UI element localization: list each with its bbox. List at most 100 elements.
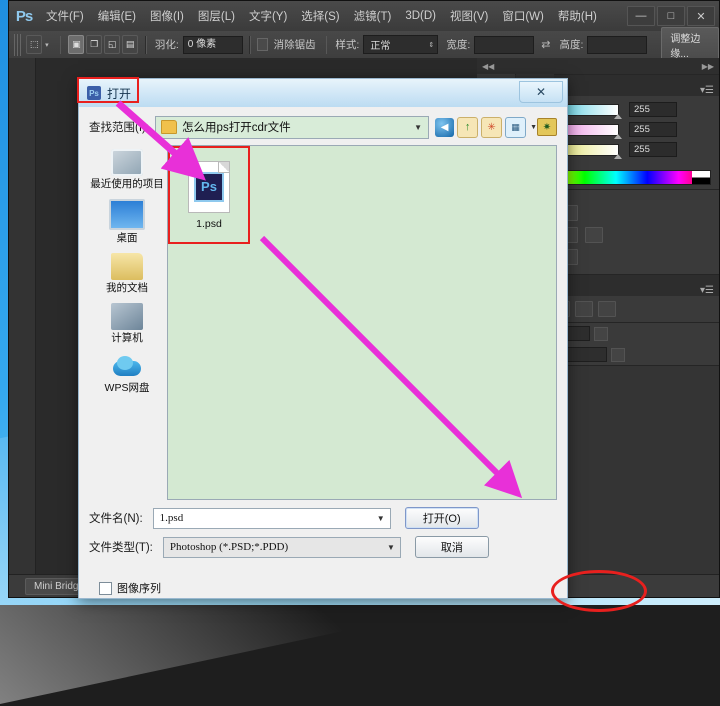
menu-file[interactable]: 文件(F): [39, 1, 91, 31]
options-separator-2: [145, 35, 147, 54]
look-in-row: 查找范围(I): 怎么用ps打开cdr文件 ▼ ◀ ↑ ✳ ▦ ▼ ✷: [89, 115, 557, 139]
desktop-icon: [109, 199, 145, 230]
place-desktop[interactable]: 桌面: [89, 199, 165, 244]
marquee-tool-icon[interactable]: ⬚: [26, 35, 43, 54]
chevron-down-icon[interactable]: ▼: [414, 123, 426, 132]
menu-window[interactable]: 窗口(W): [495, 1, 551, 31]
subtract-selection-icon[interactable]: ◱: [104, 35, 121, 54]
file-name-label: 1.psd: [196, 217, 222, 230]
feather-input[interactable]: 0 像素: [182, 35, 243, 54]
open-button[interactable]: 打开(O): [404, 507, 479, 529]
delete-path-icon[interactable]: [598, 301, 616, 317]
view-mode-caret-icon[interactable]: ▼: [530, 124, 537, 131]
image-sequence-row[interactable]: 图像序列: [99, 580, 557, 596]
places-sidebar: 最近使用的项目 桌面 我的文档 计算机 WPS网盘: [89, 145, 165, 500]
dialog-main-area: 最近使用的项目 桌面 我的文档 计算机 WPS网盘 Ps 1.psd: [89, 145, 557, 500]
swap-dimensions-icon[interactable]: ⇄: [541, 38, 550, 51]
look-in-label: 查找范围(I):: [89, 122, 150, 134]
channel-mixer-icon[interactable]: [585, 227, 603, 243]
my-documents-icon: [111, 253, 143, 280]
opacity-caret-icon[interactable]: [593, 326, 608, 341]
menu-filter[interactable]: 滤镜(T): [347, 1, 399, 31]
chevron-down-icon[interactable]: ▼: [387, 543, 398, 552]
place-label: 最近使用的项目: [90, 178, 164, 190]
green-value[interactable]: 255: [629, 122, 677, 137]
new-path-icon[interactable]: [575, 301, 593, 317]
fill-input[interactable]: [562, 347, 607, 362]
minimize-button[interactable]: —: [627, 6, 655, 26]
view-mode-icon[interactable]: ▦: [505, 116, 527, 138]
place-recent-items[interactable]: 最近使用的项目: [89, 149, 165, 190]
intersect-selection-icon[interactable]: ▤: [122, 35, 139, 54]
style-select-value: 正常: [370, 41, 391, 52]
width-input[interactable]: [474, 35, 535, 54]
look-in-combo[interactable]: 怎么用ps打开cdr文件 ▼: [155, 115, 430, 139]
menu-type[interactable]: 文字(Y): [242, 1, 294, 31]
menu-help[interactable]: 帮助(H): [551, 1, 604, 31]
tool-options-bar: ⬚ ▾ ▣ ❐ ◱ ▤ 羽化: 0 像素 消除锯齿 样式: 正常 ⇕ 宽度: ⇄…: [9, 26, 719, 63]
back-icon[interactable]: ◀: [435, 117, 455, 137]
style-select[interactable]: 正常 ⇕: [363, 35, 439, 54]
options-bar-grip[interactable]: [14, 33, 23, 56]
collapse-right-icon[interactable]: ▶▶: [702, 62, 714, 71]
file-type-value: Photoshop (*.PSD;*.PDD): [169, 541, 289, 553]
file-name-input[interactable]: 1.psd ▼: [152, 507, 391, 529]
dock-collapse-row[interactable]: ◀◀ ▶▶: [477, 58, 719, 75]
menu-image[interactable]: 图像(I): [143, 1, 191, 31]
favorites-folder-icon[interactable]: ✷: [537, 118, 557, 136]
red-value[interactable]: 255: [629, 102, 677, 117]
chevron-down-icon[interactable]: ▼: [377, 514, 388, 523]
place-computer[interactable]: 计算机: [89, 303, 165, 344]
file-type-select[interactable]: Photoshop (*.PSD;*.PDD) ▼: [162, 536, 401, 558]
new-selection-icon[interactable]: ▣: [68, 35, 85, 54]
dialog-title-bar: Ps 打开 ✕: [77, 77, 567, 107]
options-separator-4: [325, 35, 328, 54]
dialog-title: 打开: [107, 86, 132, 101]
place-my-documents[interactable]: 我的文档: [89, 253, 165, 294]
maximize-button[interactable]: □: [657, 6, 685, 26]
blue-value[interactable]: 255: [629, 142, 677, 157]
dialog-app-icon: Ps: [87, 86, 101, 100]
height-input[interactable]: [587, 35, 648, 54]
antialias-checkbox[interactable]: [256, 38, 268, 51]
fill-caret-icon[interactable]: [610, 347, 625, 362]
cancel-button[interactable]: 取消: [414, 536, 489, 558]
file-item-1-psd[interactable]: Ps 1.psd: [171, 149, 247, 241]
dialog-close-button[interactable]: ✕: [519, 81, 563, 103]
file-name-label-text: 文件名(N):: [89, 513, 143, 525]
height-label: 高度:: [559, 39, 584, 51]
menu-edit[interactable]: 编辑(E): [91, 1, 143, 31]
options-separator-1: [59, 35, 62, 54]
antialias-label: 消除锯齿: [273, 39, 316, 51]
close-button[interactable]: ✕: [687, 6, 715, 26]
collapse-left-icon[interactable]: ◀◀: [482, 62, 494, 71]
add-to-selection-icon[interactable]: ❐: [86, 35, 103, 54]
menu-3d[interactable]: 3D(D): [398, 1, 443, 31]
psd-badge-icon: Ps: [194, 171, 224, 202]
file-type-row: 文件类型(T): Photoshop (*.PSD;*.PDD) ▼ 取消: [89, 536, 557, 558]
menu-view[interactable]: 视图(V): [443, 1, 495, 31]
file-list[interactable]: Ps 1.psd: [167, 145, 557, 500]
new-folder-icon[interactable]: ✳: [481, 116, 503, 138]
tool-preset-caret-icon[interactable]: ▾: [45, 41, 49, 49]
recent-items-icon: [111, 149, 143, 176]
green-slider-thumb[interactable]: [614, 133, 622, 139]
image-sequence-checkbox[interactable]: [99, 581, 112, 595]
place-label: 我的文档: [106, 282, 148, 294]
blue-slider-thumb[interactable]: [614, 153, 622, 159]
menu-layer[interactable]: 图层(L): [191, 1, 242, 31]
red-slider-thumb[interactable]: [614, 113, 622, 119]
menu-select[interactable]: 选择(S): [294, 1, 346, 31]
open-file-dialog: Ps 打开 ✕ 查找范围(I): 怎么用ps打开cdr文件 ▼ ◀ ↑ ✳ ▦ …: [77, 77, 647, 612]
color-panel-menu-icon[interactable]: ▾☰: [700, 85, 719, 96]
chevron-down-icon: ⇕: [428, 41, 435, 49]
window-controls: — □ ✕: [625, 6, 719, 26]
wps-cloud-icon: [111, 353, 143, 380]
file-name-value: 1.psd: [159, 512, 184, 524]
up-folder-icon[interactable]: ↑: [457, 116, 479, 138]
dialog-body: 查找范围(I): 怎么用ps打开cdr文件 ▼ ◀ ↑ ✳ ▦ ▼ ✷ 最近使用…: [79, 107, 567, 596]
toolbox-panel[interactable]: [9, 58, 36, 575]
feather-label: 羽化:: [154, 39, 179, 51]
paths-panel-menu-icon[interactable]: ▾☰: [700, 285, 719, 296]
place-wps-cloud[interactable]: WPS网盘: [89, 353, 165, 394]
